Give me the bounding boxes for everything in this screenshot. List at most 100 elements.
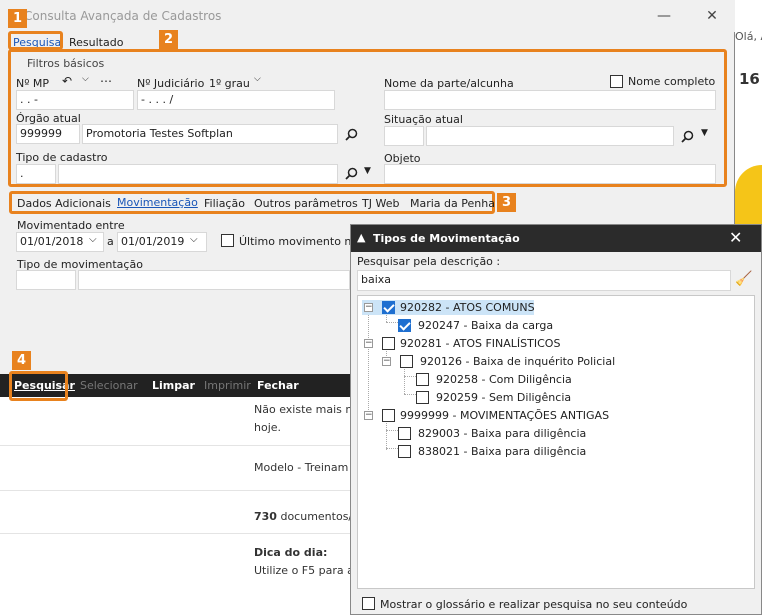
undo-icon[interactable]: ↶ bbox=[62, 74, 72, 88]
tree-checkbox[interactable] bbox=[382, 337, 395, 350]
dialog-close-button[interactable]: ✕ bbox=[729, 228, 742, 247]
collapse-icon[interactable]: − bbox=[364, 411, 373, 420]
organ-code-input[interactable]: 999999 bbox=[16, 124, 80, 144]
full-name-checkbox[interactable] bbox=[610, 75, 623, 88]
tree-node-label: 920281 - ATOS FINALÍSTICOS bbox=[400, 337, 561, 350]
tab-maria-da-penha[interactable]: Maria da Penha bbox=[410, 197, 495, 210]
tab-outros-parametros[interactable]: Outros parâmetros bbox=[254, 197, 358, 210]
tree-checkbox[interactable] bbox=[382, 301, 395, 314]
tab-movimentacao[interactable]: Movimentação bbox=[117, 196, 198, 209]
type-label: Tipo de cadastro bbox=[16, 151, 108, 164]
close-button[interactable]: ✕ bbox=[700, 6, 724, 26]
tree-checkbox[interactable] bbox=[416, 373, 429, 386]
tab-filiacao[interactable]: Filiação bbox=[204, 197, 245, 210]
close-window-button[interactable]: Fechar bbox=[257, 379, 299, 392]
mp-input[interactable]: . . - bbox=[16, 90, 134, 110]
organ-name-input[interactable]: Promotoria Testes Softplan bbox=[82, 124, 338, 144]
and-label: a bbox=[107, 235, 114, 248]
tree-line bbox=[386, 430, 398, 431]
minimize-button[interactable]: — bbox=[652, 6, 676, 26]
tree-checkbox[interactable] bbox=[398, 319, 411, 332]
tip-title: Dica do dia: bbox=[254, 546, 328, 559]
movement-type-code-input[interactable] bbox=[16, 270, 76, 290]
print-button[interactable]: Imprimir bbox=[204, 379, 251, 392]
clear-search-icon[interactable]: 🧹 bbox=[735, 271, 752, 287]
status-code-input[interactable] bbox=[384, 126, 424, 146]
tree-checkbox[interactable] bbox=[400, 355, 413, 368]
greeting-text: Olá, A bbox=[735, 30, 762, 43]
last-movement-label: Último movimento no bbox=[239, 235, 359, 248]
callout-badge-1: 1 bbox=[8, 9, 27, 28]
tree-checkbox[interactable] bbox=[416, 391, 429, 404]
tree-node-label: 920258 - Com Diligência bbox=[436, 373, 572, 386]
counter-text: 16 bbox=[739, 70, 760, 88]
divider bbox=[0, 445, 350, 446]
tree-node-label: 920247 - Baixa da carga bbox=[418, 319, 554, 332]
divider bbox=[0, 533, 350, 534]
mp-label: Nº MP bbox=[16, 77, 50, 90]
chevron-down-icon[interactable]: ⌵ bbox=[190, 234, 198, 245]
status-name-input[interactable] bbox=[426, 126, 674, 146]
collapse-icon[interactable]: − bbox=[364, 339, 373, 348]
party-label: Nome da parte/alcunha bbox=[384, 77, 514, 90]
glossary-checkbox[interactable] bbox=[362, 597, 375, 610]
chevron-down-icon[interactable]: ⌵ bbox=[82, 74, 89, 84]
model-text[interactable]: Modelo - Treinam bbox=[254, 461, 348, 474]
type-name-input[interactable] bbox=[58, 164, 338, 184]
callout-badge-2: 2 bbox=[159, 30, 178, 49]
notice-text: Não existe mais no bbox=[254, 403, 360, 416]
tip-text: Utilize o F5 para a bbox=[254, 564, 354, 577]
tree-line bbox=[386, 322, 398, 323]
docs-count: 730 bbox=[254, 510, 277, 523]
tree-line bbox=[404, 364, 405, 394]
filters-group-label: Filtros básicos bbox=[27, 57, 105, 70]
background-content: Não existe mais no hoje. Modelo - Treina… bbox=[0, 397, 359, 615]
clear-button[interactable]: Limpar bbox=[152, 379, 195, 392]
last-movement-checkbox[interactable] bbox=[221, 234, 234, 247]
tree-node-label: 920282 - ATOS COMUNS bbox=[400, 301, 535, 314]
tab-resultado[interactable]: Resultado bbox=[69, 36, 123, 49]
type-code-input[interactable]: . bbox=[16, 164, 56, 184]
tree-node-label: 920126 - Baixa de inquérito Policial bbox=[420, 355, 616, 368]
tree-node-label: 838021 - Baixa para diligência bbox=[418, 445, 587, 458]
tree-checkbox[interactable] bbox=[398, 445, 411, 458]
filter-clear-icon[interactable]: ▼ bbox=[364, 166, 371, 176]
object-input[interactable] bbox=[384, 164, 716, 184]
tab-tj-web[interactable]: TJ Web bbox=[362, 197, 399, 210]
more-icon[interactable]: ⋯ bbox=[100, 74, 112, 88]
divider bbox=[0, 490, 350, 491]
movement-between-label: Movimentado entre bbox=[17, 219, 125, 232]
chevron-down-icon[interactable]: ⌵ bbox=[254, 74, 261, 84]
chevron-down-icon[interactable]: ⌵ bbox=[89, 234, 97, 245]
filter-clear-icon[interactable]: ▼ bbox=[701, 128, 708, 138]
movement-types-dialog: ▲ Tipos de Movimentação ✕ Pesquisar pela… bbox=[350, 224, 762, 615]
tree-checkbox[interactable] bbox=[382, 409, 395, 422]
judicial-input[interactable]: - . . . / bbox=[137, 90, 335, 110]
party-input[interactable] bbox=[384, 90, 716, 110]
collapse-icon[interactable]: − bbox=[382, 357, 391, 366]
dialog-search-input[interactable]: baixa bbox=[357, 270, 731, 291]
docs-text: documentos/ bbox=[276, 510, 353, 523]
tree-node-920282[interactable]: − 920282 - ATOS COMUNS bbox=[362, 300, 535, 315]
select-button[interactable]: Selecionar bbox=[80, 379, 138, 392]
tree-checkbox[interactable] bbox=[398, 427, 411, 440]
dialog-title: Tipos de Movimentação bbox=[373, 232, 520, 245]
search-icon[interactable] bbox=[345, 128, 358, 141]
tree-node-label: 9999999 - MOVIMENTAÇÕES ANTIGAS bbox=[400, 409, 610, 422]
movement-tree: − 920282 - ATOS COMUNS 920247 - Baixa da… bbox=[357, 295, 755, 589]
callout-badge-4: 4 bbox=[12, 351, 31, 370]
dialog-search-label: Pesquisar pela descrição : bbox=[357, 255, 501, 268]
collapse-icon[interactable]: − bbox=[364, 303, 373, 312]
callout-box-1 bbox=[8, 31, 63, 50]
movement-type-name-input[interactable] bbox=[78, 270, 350, 290]
tree-line bbox=[368, 310, 369, 420]
tree-line bbox=[386, 448, 398, 449]
search-icon[interactable] bbox=[345, 167, 358, 180]
instance-label[interactable]: 1º grau bbox=[209, 77, 250, 90]
callout-badge-3: 3 bbox=[497, 193, 516, 212]
glossary-label: Mostrar o glossário e realizar pesquisa … bbox=[380, 598, 688, 611]
callout-box-4 bbox=[9, 371, 68, 401]
search-icon[interactable] bbox=[681, 130, 694, 143]
status-label: Situação atual bbox=[384, 113, 463, 126]
tab-dados-adicionais[interactable]: Dados Adicionais bbox=[17, 197, 111, 210]
